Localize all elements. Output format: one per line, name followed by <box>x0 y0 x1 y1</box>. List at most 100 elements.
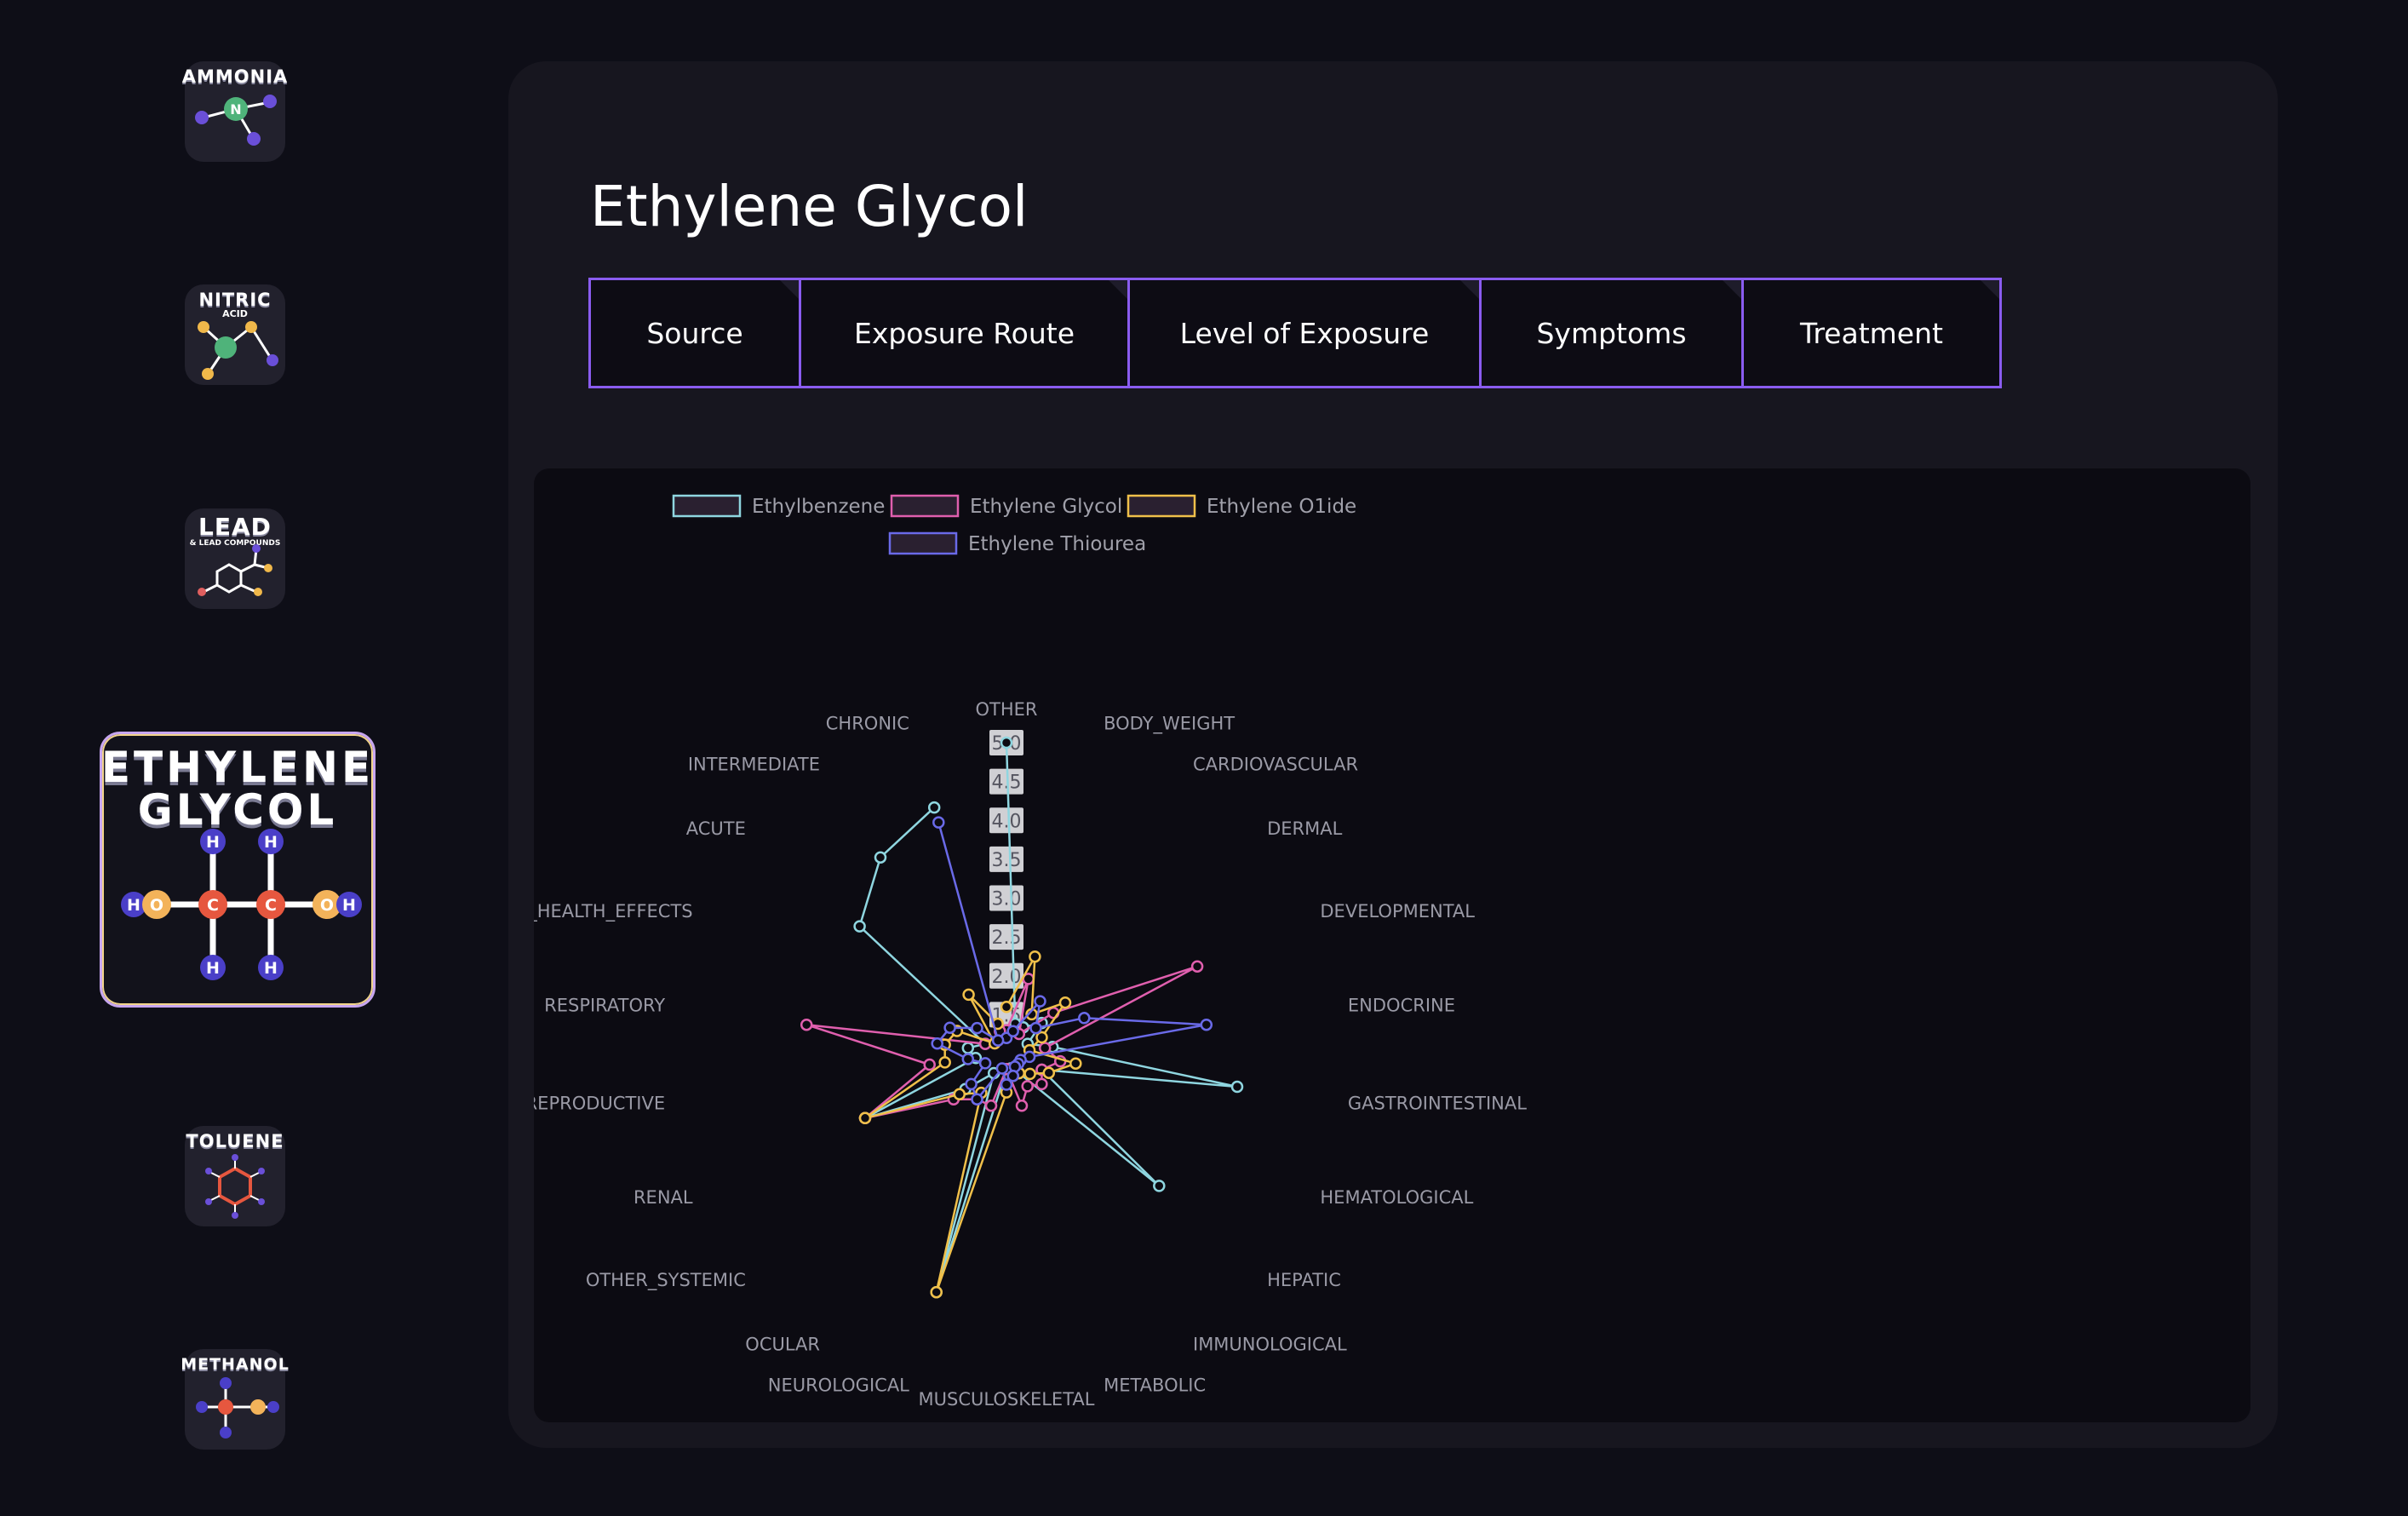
atom-label: H <box>206 959 220 978</box>
series-line <box>858 742 1239 1294</box>
data-point <box>1000 1001 1013 1014</box>
category-label: OCULAR <box>745 1335 820 1355</box>
tab-symptoms[interactable]: Symptoms <box>1482 280 1744 386</box>
data-point <box>943 1021 956 1034</box>
data-point <box>953 1088 966 1101</box>
atom-label: C <box>265 896 277 915</box>
data-point <box>965 1077 978 1091</box>
legend-label: Ethylene Thiourea <box>968 533 1146 555</box>
category-label: ENDOCRINE <box>1348 995 1455 1015</box>
data-point <box>1029 950 1041 963</box>
tab-bar: Source Exposure Route Level of Exposure … <box>588 278 2002 388</box>
legend-label: Ethylene O1ide <box>1207 496 1356 518</box>
category-label: OTHER <box>975 699 1037 720</box>
legend-swatch <box>672 494 742 518</box>
data-point <box>1034 995 1046 1008</box>
category-label: NO_HEALTH_EFFECTS <box>534 901 693 922</box>
radar-chart: OTHER BODY_WEIGHT CARDIOVASCULAR DERMAL DEVE… <box>534 494 1527 1410</box>
legend-swatch <box>890 494 960 518</box>
data-point <box>995 1062 1009 1075</box>
chemical-card-ammonia[interactable]: AMMONIA N <box>182 61 287 162</box>
data-point <box>1078 1012 1091 1025</box>
methanol-molecule-icon <box>196 1377 279 1438</box>
data-point <box>1069 1057 1082 1070</box>
chemical-card-toluene[interactable]: TOLUENE <box>185 1126 285 1226</box>
data-point <box>1029 1021 1042 1035</box>
atom-label: H <box>264 833 278 852</box>
data-point <box>1021 1080 1034 1093</box>
svg-text:N: N <box>230 101 241 118</box>
radial-tick-label: 3.5 <box>992 850 1022 871</box>
data-point <box>858 1111 872 1125</box>
data-point <box>1042 1066 1056 1079</box>
main-panel: Ethylene Glycol Source Exposure Route Le… <box>508 61 2278 1448</box>
data-point <box>971 1021 983 1035</box>
series-line <box>863 955 1077 1294</box>
data-point <box>978 1057 992 1070</box>
category-label: INTERMEDIATE <box>688 754 820 774</box>
data-point <box>932 816 945 829</box>
legend-swatch <box>1127 494 1196 518</box>
category-label: HEPATIC <box>1267 1270 1341 1290</box>
radial-tick-label: 3.0 <box>992 889 1022 910</box>
atom-label: O <box>150 896 163 915</box>
data-point <box>1200 1018 1213 1031</box>
chart-panel: OTHER BODY_WEIGHT CARDIOVASCULAR DERMAL DEVE… <box>534 468 2250 1422</box>
data-point <box>1190 960 1204 973</box>
data-point <box>1230 1080 1244 1094</box>
atom-label: C <box>207 896 219 915</box>
category-label: GASTROINTESTINAL <box>1348 1094 1527 1114</box>
data-point <box>853 920 866 933</box>
category-label: RENAL <box>634 1187 693 1208</box>
radial-tick-label: 2.5 <box>992 927 1022 949</box>
tab-source[interactable]: Source <box>591 280 801 386</box>
legend-label: Ethylbenzene <box>752 496 885 518</box>
data-point <box>927 801 941 814</box>
atom-label: H <box>127 896 140 915</box>
data-point <box>1038 1042 1052 1054</box>
tab-exposure-route[interactable]: Exposure Route <box>801 280 1130 386</box>
chemical-card-methanol[interactable]: METHANOL <box>181 1349 289 1450</box>
category-label: OTHER_SYSTEMIC <box>586 1270 746 1291</box>
category-label: METABOLIC <box>1104 1375 1206 1396</box>
tab-treatment[interactable]: Treatment <box>1744 280 1999 386</box>
category-label: DERMAL <box>1267 818 1343 839</box>
atom-label: H <box>206 833 220 852</box>
category-label: BODY_WEIGHT <box>1104 713 1235 734</box>
category-label: CARDIOVASCULAR <box>1193 754 1358 774</box>
data-point <box>874 851 887 864</box>
lead-molecule-icon <box>198 544 272 596</box>
data-point <box>1015 1100 1029 1112</box>
data-point <box>930 1285 943 1299</box>
legend-label: Ethylene Glycol <box>970 496 1122 518</box>
data-point <box>991 1034 1005 1047</box>
chemical-card-nitric-acid[interactable]: NITRIC ACID <box>185 284 285 385</box>
chemical-card-lead[interactable]: LEAD & LEAD COMPOUNDS <box>185 508 285 609</box>
radial-tick-label: 4.0 <box>992 811 1022 832</box>
data-point <box>931 1037 943 1050</box>
chemical-sidebar: AMMONIA N NITRIC ACID LEAD & LEAD COMPOU… <box>0 0 477 1516</box>
atom-label: H <box>264 959 278 978</box>
data-point <box>1000 736 1013 749</box>
category-label: HEMATOLOGICAL <box>1320 1187 1473 1208</box>
data-point <box>961 1042 975 1054</box>
ammonia-molecule-icon: N <box>195 95 277 146</box>
data-point <box>800 1018 813 1031</box>
toluene-molecule-icon <box>205 1154 265 1219</box>
category-label: REPRODUCTIVE <box>534 1094 665 1114</box>
category-label: DEVELOPMENTAL <box>1320 901 1475 922</box>
ethylene-glycol-molecule-icon: H O C C O H H H H H <box>121 829 362 980</box>
category-label: CHRONIC <box>826 713 909 733</box>
category-label: NEUROLOGICAL <box>768 1375 909 1396</box>
category-label: ACUTE <box>686 818 746 839</box>
atom-label: H <box>342 896 356 915</box>
data-point <box>1058 996 1072 1009</box>
data-point <box>1035 1031 1048 1044</box>
category-label: MUSCULOSKELETAL <box>919 1389 1095 1410</box>
atom-label: O <box>320 896 334 915</box>
data-point <box>1000 1078 1013 1091</box>
data-point <box>1153 1180 1166 1192</box>
data-point <box>962 988 975 1002</box>
tab-level-of-exposure[interactable]: Level of Exposure <box>1130 280 1482 386</box>
chemical-card-ethylene-glycol[interactable]: ETHYLENE GLYCOL H O C C O H H H H H <box>100 732 376 1008</box>
